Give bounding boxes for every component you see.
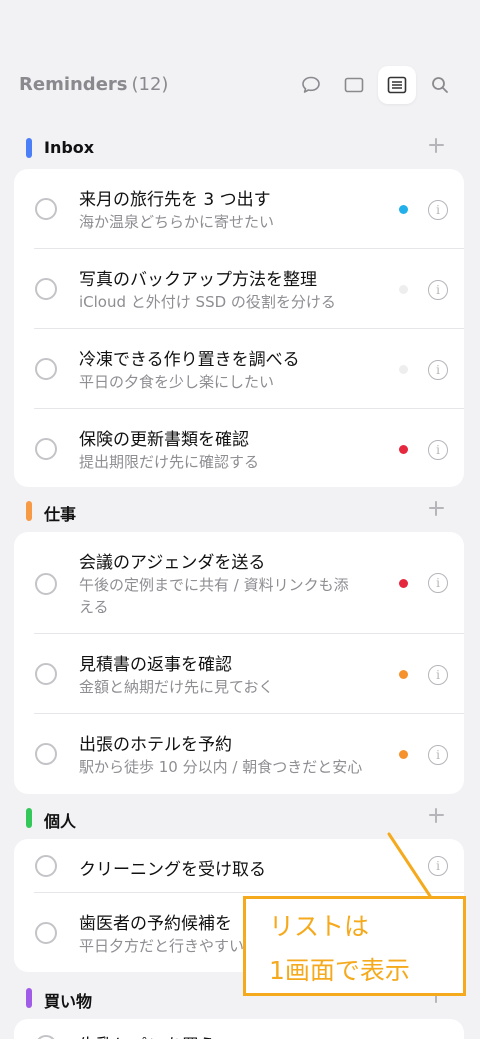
reminder-subtitle: 金額と納期だけ先に見ておく xyxy=(79,678,274,696)
section-title: 個人 xyxy=(44,812,77,831)
page-title-text: Reminders xyxy=(19,74,128,95)
priority-dot xyxy=(399,670,408,679)
section-color-bar xyxy=(26,138,32,158)
section-header-personal: 個人 xyxy=(0,804,480,834)
reminder-row[interactable]: 写真のバックアップ方法を整理 iCloud と外付け SSD の役割を分ける i xyxy=(14,249,464,329)
complete-checkbox[interactable] xyxy=(35,922,57,944)
priority-dot xyxy=(399,750,408,759)
callout-text-line2: 1画面で表示 xyxy=(269,956,410,985)
section-header-inbox: Inbox xyxy=(0,134,480,164)
list-view-icon[interactable] xyxy=(378,66,416,104)
complete-checkbox[interactable] xyxy=(35,278,57,300)
reminder-list-card: 会議のアジェンダを送る 午後の定例までに共有 / 資料リンクも添える i 見積書… xyxy=(14,532,464,794)
info-icon[interactable]: i xyxy=(428,280,448,300)
reminder-title: 歯医者の予約候補を xyxy=(79,914,232,934)
reminder-title: 冷凍できる作り置きを調べる xyxy=(79,350,300,370)
section-color-bar xyxy=(26,501,32,521)
reminder-subtitle: 提出期限だけ先に確認する xyxy=(79,453,260,471)
reminder-subtitle: iCloud と外付け SSD の役割を分ける xyxy=(79,293,336,311)
app-header: Reminders (12) xyxy=(0,60,480,112)
info-icon[interactable]: i xyxy=(428,856,448,876)
search-icon[interactable] xyxy=(421,66,459,104)
reminder-subtitle: 平日の夕食を少し楽にしたい xyxy=(79,373,275,391)
priority-dot xyxy=(399,579,408,588)
info-icon[interactable]: i xyxy=(428,665,448,685)
complete-checkbox[interactable] xyxy=(35,855,57,877)
reminder-row[interactable]: 来月の旅行先を 3 つ出す 海か温泉どちらかに寄せたい i xyxy=(14,169,464,249)
callout-text-line1: リストは xyxy=(269,912,370,941)
chat-bubble-icon[interactable] xyxy=(292,66,330,104)
reminder-row[interactable]: 出張のホテルを予約 駅から徒歩 10 分以内 / 朝食つきだと安心 i xyxy=(14,714,464,794)
reminder-title: クリーニングを受け取る xyxy=(79,860,266,880)
reminder-subtitle: 駅から徒歩 10 分以内 / 朝食つきだと安心 xyxy=(79,758,363,776)
reminder-count: (12) xyxy=(131,74,169,95)
reminder-subtitle: 海か温泉どちらかに寄せたい xyxy=(79,213,275,231)
priority-dot xyxy=(399,445,408,454)
reminder-row[interactable]: 見積書の返事を確認 金額と納期だけ先に見ておく i xyxy=(14,634,464,714)
reminder-row[interactable]: 保険の更新書類を確認 提出期限だけ先に確認する i xyxy=(14,409,464,487)
reminder-row[interactable]: 冷凍できる作り置きを調べる 平日の夕食を少し楽にしたい i xyxy=(14,329,464,409)
section-color-bar xyxy=(26,808,32,828)
add-reminder-plus-icon[interactable] xyxy=(428,137,444,153)
page-title: Reminders (12) xyxy=(19,74,168,95)
reminder-title: 見積書の返事を確認 xyxy=(79,655,232,675)
section-title: 買い物 xyxy=(44,992,93,1011)
info-icon[interactable]: i xyxy=(428,573,448,593)
priority-dot xyxy=(399,365,408,374)
reminder-title: 出張のホテルを予約 xyxy=(79,735,232,755)
section-color-bar xyxy=(26,988,32,1008)
complete-checkbox[interactable] xyxy=(35,663,57,685)
complete-checkbox[interactable] xyxy=(35,743,57,765)
info-icon[interactable]: i xyxy=(428,440,448,460)
info-icon[interactable]: i xyxy=(428,745,448,765)
complete-checkbox[interactable] xyxy=(35,358,57,380)
reminder-title: 写真のバックアップ方法を整理 xyxy=(79,270,317,290)
reminder-title: 会議のアジェンダを送る xyxy=(79,553,266,573)
complete-checkbox[interactable] xyxy=(35,1035,57,1039)
complete-checkbox[interactable] xyxy=(35,438,57,460)
reminder-list-card: 来月の旅行先を 3 つ出す 海か温泉どちらかに寄せたい i 写真のバックアップ方… xyxy=(14,169,464,487)
info-icon[interactable]: i xyxy=(428,360,448,380)
section-header-work: 仕事 xyxy=(0,497,480,527)
info-icon[interactable]: i xyxy=(428,200,448,220)
complete-checkbox[interactable] xyxy=(35,198,57,220)
reminder-row[interactable]: クリーニングを受け取る i xyxy=(14,839,464,893)
complete-checkbox[interactable] xyxy=(35,573,57,595)
section-title: Inbox xyxy=(44,138,95,157)
reminder-subtitle: 午後の定例までに共有 / 資料リンクも添える xyxy=(79,576,349,616)
add-reminder-plus-icon[interactable] xyxy=(428,500,444,516)
annotation-callout: リストは 1画面で表示 xyxy=(243,896,466,996)
reminder-title: 来月の旅行先を 3 つ出す xyxy=(79,190,271,210)
reminder-row[interactable]: 牛乳とパンを買う xyxy=(14,1019,464,1039)
priority-dot xyxy=(399,205,408,214)
add-reminder-plus-icon[interactable] xyxy=(428,807,444,823)
priority-dot xyxy=(399,285,408,294)
reminder-title: 保険の更新書類を確認 xyxy=(79,430,249,450)
reminder-row[interactable]: 会議のアジェンダを送る 午後の定例までに共有 / 資料リンクも添える i xyxy=(14,532,464,634)
reminder-list-card: 牛乳とパンを買う xyxy=(14,1019,464,1039)
card-view-icon[interactable] xyxy=(335,66,373,104)
reminder-title: 牛乳とパンを買う xyxy=(79,1031,216,1039)
section-title: 仕事 xyxy=(44,505,77,524)
